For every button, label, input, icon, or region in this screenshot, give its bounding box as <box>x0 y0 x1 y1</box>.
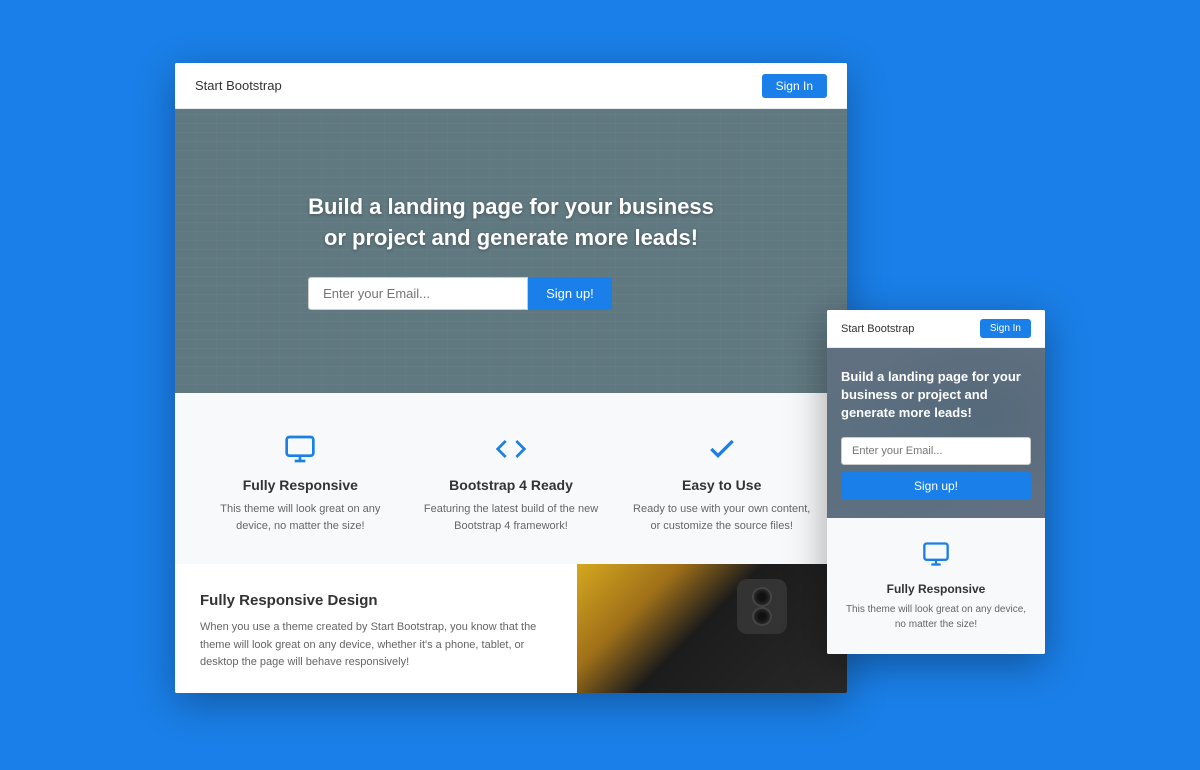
small-features-section: Fully Responsive This theme will look gr… <box>827 518 1045 654</box>
small-navbar-brand: Start Bootstrap <box>841 323 914 335</box>
bottom-description: When you use a theme created by Start Bo… <box>200 619 552 672</box>
small-browser-window: Start Bootstrap Sign In Build a landing … <box>827 310 1045 654</box>
small-feature-desc: This theme will look great on any device… <box>841 602 1031 632</box>
hero-signup-button[interactable]: Sign up! <box>528 277 612 310</box>
hero-signup-form: Sign up! <box>308 277 714 310</box>
small-monitor-icon <box>841 540 1031 574</box>
main-browser-window: Start Bootstrap Sign In Build a landing … <box>175 63 847 693</box>
small-email-input[interactable] <box>841 437 1031 465</box>
camera-lens-top <box>752 587 772 607</box>
main-hero-section: Build a landing page for your business o… <box>175 109 847 393</box>
phone-visual <box>577 564 847 693</box>
small-navbar: Start Bootstrap Sign In <box>827 310 1045 348</box>
feature-title-bootstrap: Bootstrap 4 Ready <box>421 477 602 493</box>
feature-title-responsive: Fully Responsive <box>210 477 391 493</box>
bottom-phone-image <box>577 564 847 693</box>
hero-headline: Build a landing page for your business o… <box>308 192 714 254</box>
feature-item-easy: Easy to Use Ready to use with your own c… <box>616 433 827 534</box>
main-signin-button[interactable]: Sign In <box>762 74 827 98</box>
hero-email-input[interactable] <box>308 277 528 310</box>
code-icon <box>421 433 602 465</box>
check-icon <box>631 433 812 465</box>
features-section: Fully Responsive This theme will look gr… <box>175 393 847 564</box>
small-feature-title: Fully Responsive <box>841 582 1031 596</box>
small-signup-button[interactable]: Sign up! <box>841 472 1031 500</box>
camera-bump <box>737 579 787 634</box>
feature-desc-bootstrap: Featuring the latest build of the new Bo… <box>421 501 602 534</box>
small-signin-button[interactable]: Sign In <box>980 319 1031 338</box>
small-hero-headline: Build a landing page for your business o… <box>841 368 1031 423</box>
camera-lens-bottom <box>752 607 772 627</box>
feature-item-bootstrap: Bootstrap 4 Ready Featuring the latest b… <box>406 433 617 534</box>
feature-item-responsive: Fully Responsive This theme will look gr… <box>195 433 406 534</box>
small-hero-section: Build a landing page for your business o… <box>827 348 1045 518</box>
bottom-section: Fully Responsive Design When you use a t… <box>175 564 847 693</box>
bottom-text-area: Fully Responsive Design When you use a t… <box>175 564 577 693</box>
feature-desc-easy: Ready to use with your own content, or c… <box>631 501 812 534</box>
feature-title-easy: Easy to Use <box>631 477 812 493</box>
main-navbar-brand: Start Bootstrap <box>195 78 282 93</box>
feature-desc-responsive: This theme will look great on any device… <box>210 501 391 534</box>
main-navbar: Start Bootstrap Sign In <box>175 63 847 109</box>
monitor-icon <box>210 433 391 465</box>
bottom-title: Fully Responsive Design <box>200 592 552 609</box>
hero-content: Build a landing page for your business o… <box>308 192 714 311</box>
features-grid: Fully Responsive This theme will look gr… <box>195 433 827 534</box>
